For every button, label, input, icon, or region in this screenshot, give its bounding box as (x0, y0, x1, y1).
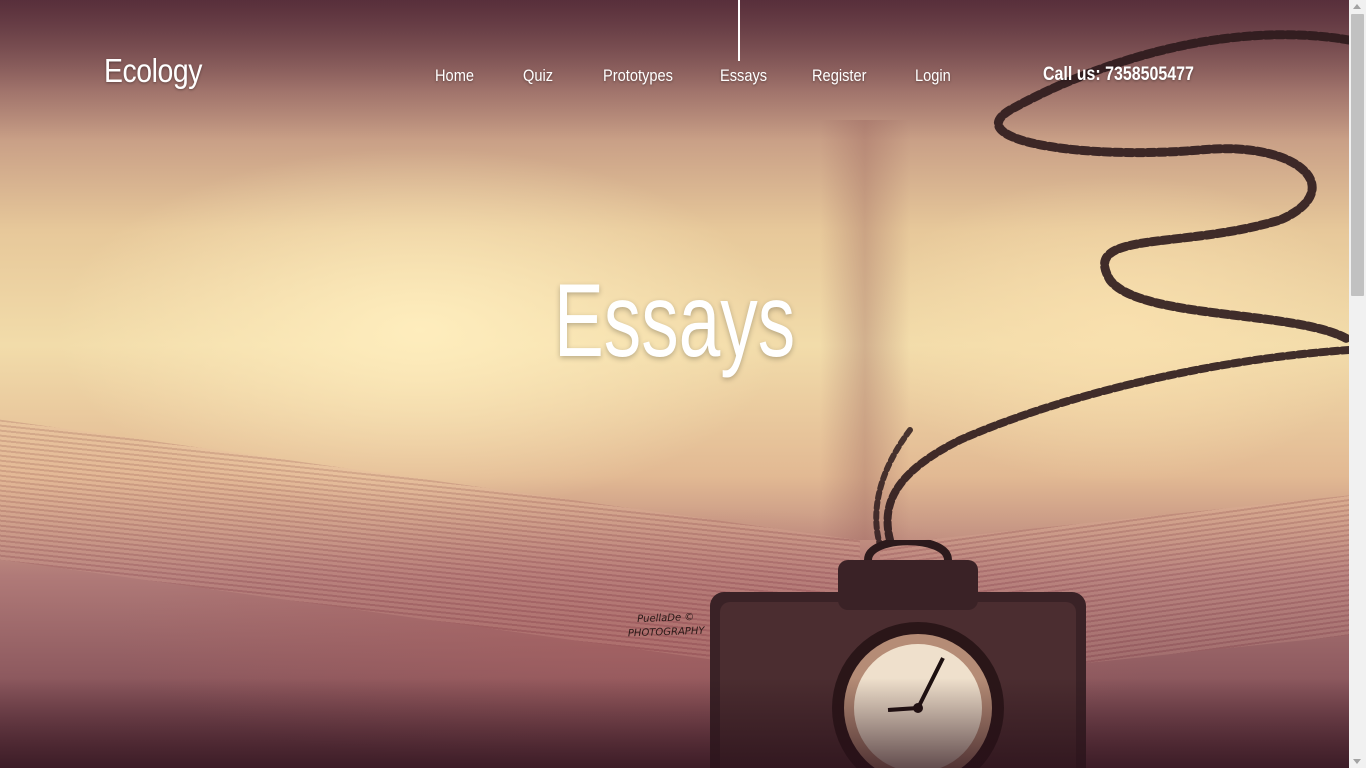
page-title: Essays (553, 263, 796, 379)
nav-item-essays[interactable]: Essays (720, 66, 767, 86)
nav-item-prototypes[interactable]: Prototypes (603, 66, 673, 86)
hero-bottom-shade (0, 678, 1349, 768)
scroll-up-arrow-icon[interactable] (1353, 4, 1361, 9)
scrollbar-thumb[interactable] (1351, 14, 1364, 296)
scroll-down-arrow-icon[interactable] (1353, 759, 1361, 764)
photo-watermark: PuellaDe © PHOTOGRAPHY (626, 611, 707, 642)
nav-item-home[interactable]: Home (435, 66, 474, 86)
nav-item-quiz[interactable]: Quiz (523, 66, 553, 86)
active-nav-indicator (738, 0, 740, 61)
watermark-line-2: PHOTOGRAPHY (627, 625, 705, 640)
chain-decoration (873, 30, 1349, 548)
contact-phone: Call us: 7358505477 (1043, 64, 1194, 85)
vertical-scrollbar[interactable] (1349, 0, 1366, 768)
nav-item-login[interactable]: Login (915, 66, 951, 86)
hero-background-image: PuellaDe © PHOTOGRAPHY (0, 0, 1349, 768)
nav-item-register[interactable]: Register (812, 66, 866, 86)
